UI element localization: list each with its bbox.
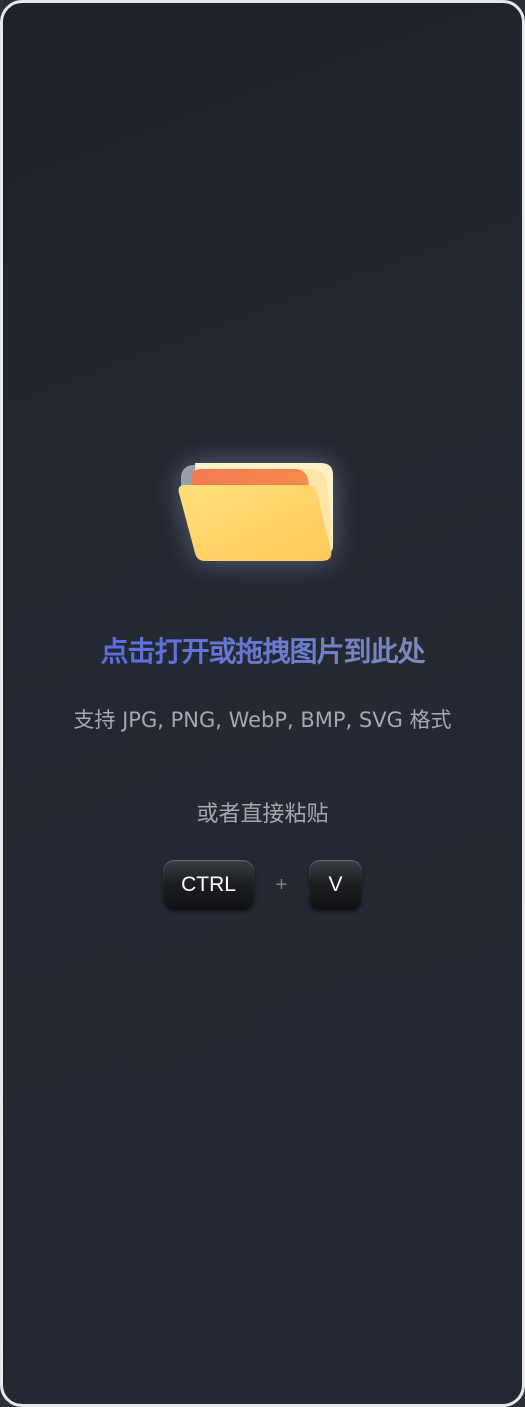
plus-sign: +: [275, 873, 288, 896]
v-key: V: [309, 860, 362, 910]
supported-formats-text: 支持 JPG, PNG, WebP, BMP, SVG 格式: [73, 708, 452, 732]
drop-zone-title: 点击打开或拖拽图片到此处: [3, 630, 522, 670]
ctrl-key: CTRL: [163, 860, 254, 910]
folder-icon: [178, 463, 333, 561]
image-drop-zone[interactable]: 点击打开或拖拽图片到此处 支持 JPG, PNG, WebP, BMP, SVG…: [3, 3, 522, 1404]
paste-shortcut: CTRL + V: [3, 860, 522, 910]
app-window: 点击打开或拖拽图片到此处 支持 JPG, PNG, WebP, BMP, SVG…: [0, 0, 525, 1407]
paste-hint: 或者直接粘贴: [196, 802, 329, 827]
